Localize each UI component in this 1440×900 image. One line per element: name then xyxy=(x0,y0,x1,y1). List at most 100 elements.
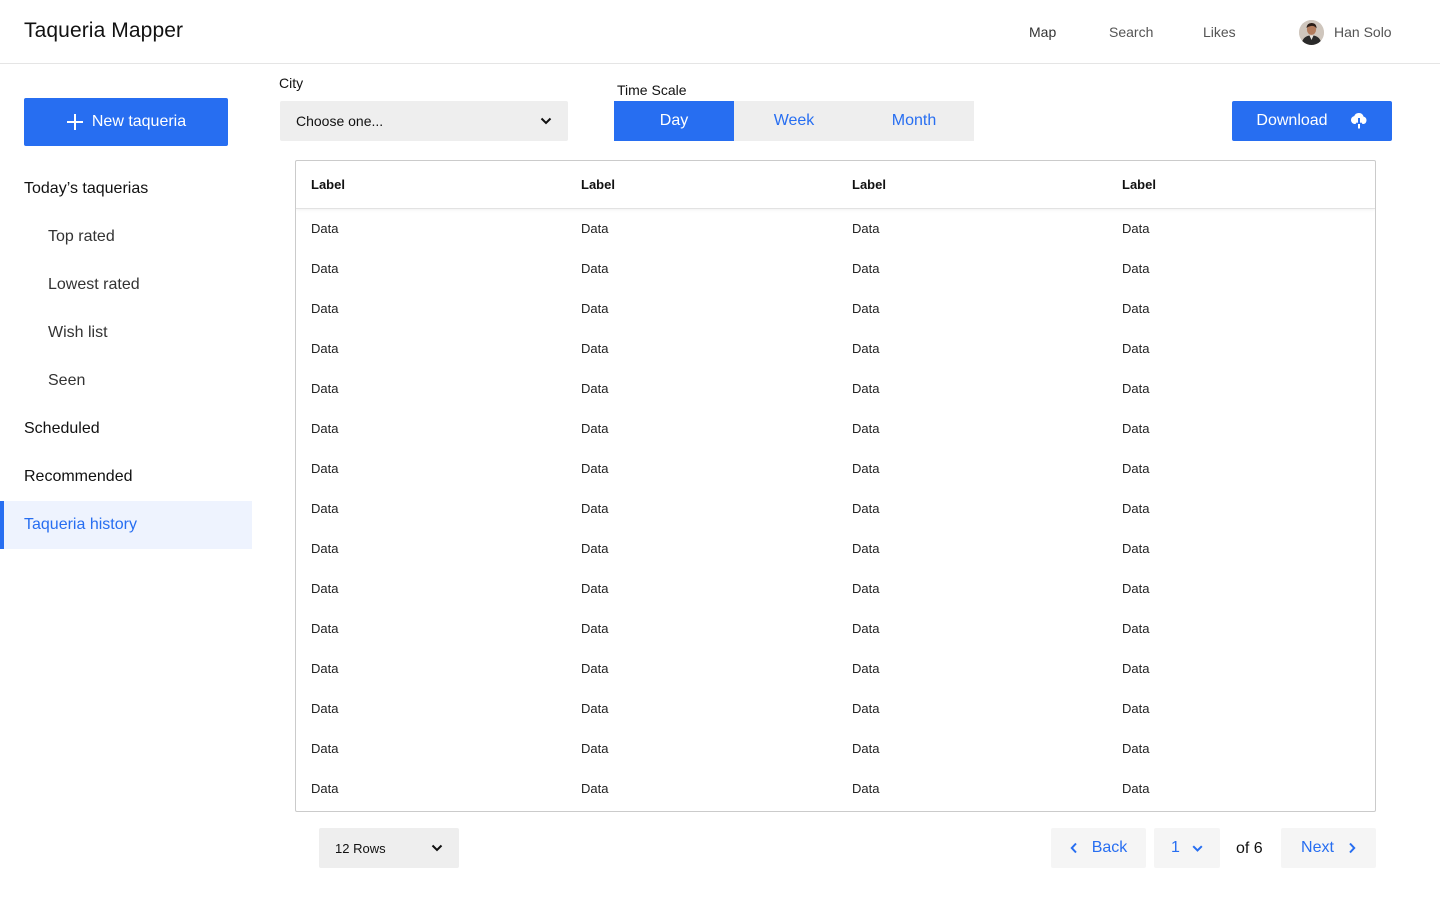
table-cell: Data xyxy=(581,581,609,596)
page-select-value: 1 xyxy=(1171,839,1180,856)
sidebar-item-lowest-rated[interactable]: Lowest rated xyxy=(0,261,252,309)
time-scale-week-button[interactable]: Week xyxy=(734,101,854,141)
table-cell: Data xyxy=(1122,381,1150,396)
table-row[interactable]: Data Data Data Data xyxy=(296,649,1375,689)
table-cell: Data xyxy=(852,461,880,476)
nav-link-search[interactable]: Search xyxy=(1109,24,1153,40)
sidebar-item-scheduled[interactable]: Scheduled xyxy=(0,405,252,453)
new-taqueria-button[interactable]: New taqueria xyxy=(24,98,228,146)
table-cell: Data xyxy=(581,381,609,396)
rows-per-page-value: 12 Rows xyxy=(335,840,386,856)
plus-icon xyxy=(66,114,83,130)
table-cell: Data xyxy=(1122,741,1150,756)
table-cell: Data xyxy=(1122,581,1150,596)
table-row[interactable]: Data Data Data Data xyxy=(296,729,1375,769)
chevron-down-icon xyxy=(1192,844,1203,852)
table-cell: Data xyxy=(1122,341,1150,356)
time-scale-day-button[interactable]: Day xyxy=(614,101,734,141)
table-cell: Data xyxy=(311,701,339,716)
chevron-down-icon xyxy=(540,117,552,125)
table-body: Data Data Data Data Data Data Data Data Data Data… xyxy=(296,209,1375,809)
chevron-right-icon xyxy=(1349,842,1356,854)
table-cell: Data xyxy=(852,381,880,396)
sidebar-item-label: Wish list xyxy=(48,324,108,341)
table-cell: Data xyxy=(311,661,339,676)
table-row[interactable]: Data Data Data Data xyxy=(296,409,1375,449)
back-button[interactable]: Back xyxy=(1051,828,1146,868)
table-cell: Data xyxy=(852,221,880,236)
sidebar-item-wish-list[interactable]: Wish list xyxy=(0,309,252,357)
table-row[interactable]: Data Data Data Data xyxy=(296,249,1375,289)
sidebar-item-taqueria-history[interactable]: Taqueria history xyxy=(0,501,252,549)
table-cell: Data xyxy=(1122,461,1150,476)
table-row[interactable]: Data Data Data Data xyxy=(296,529,1375,569)
table-row[interactable]: Data Data Data Data xyxy=(296,449,1375,489)
table-row[interactable]: Data Data Data Data xyxy=(296,289,1375,329)
city-select-value: Choose one... xyxy=(296,113,384,129)
sidebar-item-label: Recommended xyxy=(24,468,133,485)
cloud-download-icon xyxy=(1350,113,1367,129)
download-label: Download xyxy=(1256,112,1328,129)
table-cell: Data xyxy=(1122,701,1150,716)
sidebar-item-seen[interactable]: Seen xyxy=(0,357,252,405)
table-cell: Data xyxy=(852,741,880,756)
city-select[interactable]: Choose one... xyxy=(280,101,568,141)
column-header[interactable]: Label xyxy=(1122,177,1156,192)
table-row[interactable]: Data Data Data Data xyxy=(296,209,1375,249)
page-count: of 6 xyxy=(1236,840,1263,857)
chevron-left-icon xyxy=(1070,842,1077,854)
table-cell: Data xyxy=(1122,781,1150,796)
table-cell: Data xyxy=(311,381,339,396)
table-cell: Data xyxy=(311,301,339,316)
user-menu[interactable]: Han Solo xyxy=(1299,19,1392,45)
next-button[interactable]: Next xyxy=(1281,828,1376,868)
table-row[interactable]: Data Data Data Data xyxy=(296,569,1375,609)
table-row[interactable]: Data Data Data Data xyxy=(296,489,1375,529)
time-scale-segmented-control: Day Week Month xyxy=(614,101,974,141)
table-cell: Data xyxy=(311,741,339,756)
table-cell: Data xyxy=(852,621,880,636)
back-label: Back xyxy=(1091,839,1128,856)
data-table: Label Label Label Label Data Data Data Data… xyxy=(295,160,1376,812)
rows-per-page-select[interactable]: 12 Rows xyxy=(319,828,459,868)
column-header[interactable]: Label xyxy=(311,177,345,192)
chevron-down-icon xyxy=(431,844,443,852)
table-cell: Data xyxy=(1122,261,1150,276)
table-cell: Data xyxy=(581,741,609,756)
page-select[interactable]: 1 xyxy=(1154,828,1220,868)
table-cell: Data xyxy=(581,261,609,276)
table-cell: Data xyxy=(1122,301,1150,316)
table-cell: Data xyxy=(581,341,609,356)
table-row[interactable]: Data Data Data Data xyxy=(296,329,1375,369)
table-cell: Data xyxy=(852,701,880,716)
download-button[interactable]: Download xyxy=(1232,101,1392,141)
table-cell: Data xyxy=(1122,661,1150,676)
table-row[interactable]: Data Data Data Data xyxy=(296,369,1375,409)
table-cell: Data xyxy=(311,501,339,516)
table-cell: Data xyxy=(1122,221,1150,236)
sidebar-item-todays-taquerias[interactable]: Today’s taquerias xyxy=(0,165,252,213)
sidebar-item-label: Scheduled xyxy=(24,420,100,437)
user-name: Han Solo xyxy=(1334,24,1392,40)
new-taqueria-label: New taqueria xyxy=(91,113,187,130)
table-cell: Data xyxy=(852,301,880,316)
sidebar-item-label: Taqueria history xyxy=(24,516,137,533)
table-cell: Data xyxy=(1122,541,1150,556)
table-row[interactable]: Data Data Data Data xyxy=(296,689,1375,729)
table-row[interactable]: Data Data Data Data xyxy=(296,769,1375,809)
table-cell: Data xyxy=(311,461,339,476)
table-row[interactable]: Data Data Data Data xyxy=(296,609,1375,649)
sidebar-item-label: Seen xyxy=(48,372,86,389)
sidebar-item-top-rated[interactable]: Top rated xyxy=(0,213,252,261)
next-label: Next xyxy=(1301,839,1334,856)
top-bar: Taqueria Mapper Map Search Likes Han Sol… xyxy=(0,0,1440,64)
nav-link-map[interactable]: Map xyxy=(1029,24,1056,40)
table-cell: Data xyxy=(581,221,609,236)
sidebar-item-recommended[interactable]: Recommended xyxy=(0,453,252,501)
column-header[interactable]: Label xyxy=(581,177,615,192)
table-cell: Data xyxy=(581,421,609,436)
nav-link-likes[interactable]: Likes xyxy=(1203,24,1236,40)
table-cell: Data xyxy=(311,261,339,276)
column-header[interactable]: Label xyxy=(852,177,886,192)
time-scale-month-button[interactable]: Month xyxy=(854,101,974,141)
